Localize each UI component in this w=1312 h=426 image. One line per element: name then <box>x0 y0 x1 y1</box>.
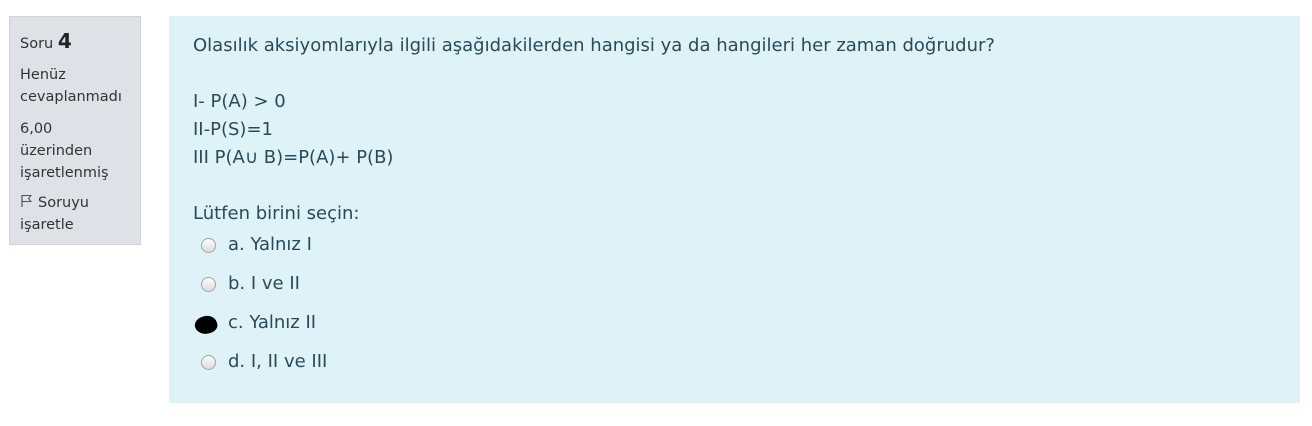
flag-icon[interactable] <box>20 193 34 207</box>
state-line: Henüz <box>20 67 66 83</box>
flag-label[interactable]: işaretle <box>20 214 130 236</box>
answer-label[interactable]: b. I ve II <box>228 271 300 297</box>
radio-button[interactable] <box>201 277 216 292</box>
question-grade: 6,00 üzerinden işaretlenmiş <box>20 118 130 184</box>
statement: III P(A∪ B)=P(A)+ P(B) <box>193 147 394 168</box>
answer-label[interactable]: a. Yalnız I <box>228 232 312 258</box>
statement: II-P(S)=1 <box>193 119 273 140</box>
question-number-value: 4 <box>57 29 72 53</box>
flag-question-link[interactable]: Soruyu işaretle <box>20 192 130 236</box>
answer-label[interactable]: d. I, II ve III <box>228 349 327 375</box>
question-stem: Olasılık aksiyomlarıyla ilgili aşağıdaki… <box>193 35 995 56</box>
answer-option-b[interactable]: b. I ve II <box>193 271 1276 310</box>
statement: I- P(A) > 0 <box>193 91 286 112</box>
answer-option-c[interactable]: c. Yalnız II <box>192 310 1276 349</box>
grade-line: 6,00 <box>20 121 53 137</box>
radio-button[interactable] <box>201 238 216 253</box>
question-number: Soru 4 <box>20 31 130 54</box>
grade-line: üzerinden <box>20 143 93 159</box>
answer-option-d[interactable]: d. I, II ve III <box>193 349 1276 388</box>
question-word: Soru <box>20 36 54 52</box>
state-line: cevaplanmadı <box>20 89 122 105</box>
grade-line: işaretlenmiş <box>20 165 109 181</box>
question-content: Olasılık aksiyomlarıyla ilgili aşağıdaki… <box>169 16 1300 403</box>
answer-prompt: Lütfen birini seçin: <box>193 203 360 224</box>
question-state: Henüz cevaplanmadı <box>20 64 130 108</box>
question-info-panel: Soru 4 Henüz cevaplanmadı 6,00 üzerinden… <box>9 16 141 245</box>
answer-label[interactable]: c. Yalnız II <box>228 310 316 336</box>
answer-option-a[interactable]: a. Yalnız I <box>193 232 1276 271</box>
question-text: Olasılık aksiyomlarıyla ilgili aşağıdaki… <box>193 32 1276 172</box>
radio-button[interactable] <box>201 355 216 370</box>
flag-label[interactable]: Soruyu <box>38 195 89 211</box>
radio-button-checked[interactable] <box>192 312 220 338</box>
answer-options: a. Yalnız I b. I ve II c. Yalnız II d. I… <box>192 232 1276 388</box>
